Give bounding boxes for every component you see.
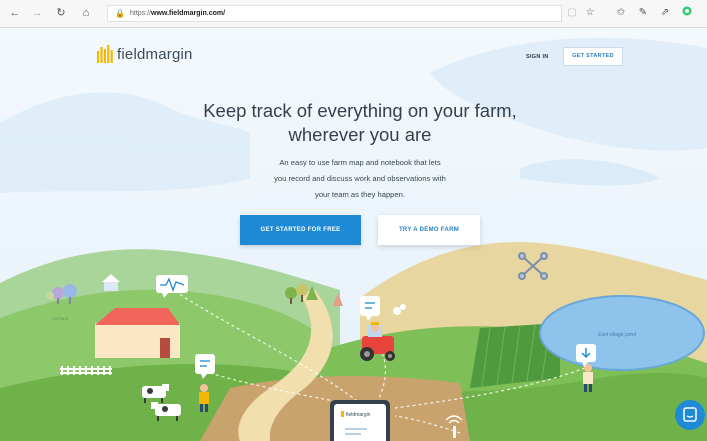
subtitle-line: An easy to use farm map and notebook tha…	[279, 158, 441, 167]
url-prefix: https://	[130, 10, 152, 17]
fence	[60, 366, 112, 375]
orchard-label: Orchard	[52, 316, 69, 321]
back-icon[interactable]: ←	[8, 6, 22, 20]
pen-icon[interactable]: ✎	[636, 6, 650, 20]
reading-view-icon[interactable]: ▢	[565, 6, 579, 20]
phone	[330, 400, 390, 441]
headline-line: Keep track of everything on your farm,	[203, 100, 517, 121]
address-bar[interactable]: 🔒 https://www.fieldmargin.com/	[107, 5, 562, 22]
subtitle-line: you record and discuss work and observat…	[274, 174, 446, 183]
sign-in-link[interactable]: SIGN IN	[526, 54, 549, 60]
hero-headline: Keep track of everything on your farm, w…	[150, 99, 570, 147]
hero-subtitle: An easy to use farm map and notebook tha…	[230, 155, 490, 203]
forward-icon[interactable]: →	[30, 6, 44, 20]
chat-widget-button[interactable]	[675, 400, 705, 430]
refresh-icon[interactable]: ↻	[54, 6, 68, 20]
logo[interactable]: fieldmargin	[97, 44, 193, 64]
get-started-button[interactable]: GET STARTED	[563, 47, 623, 66]
logo-bars-icon	[97, 45, 113, 63]
favorites-icon[interactable]: ✩	[614, 6, 628, 20]
logo-text: fieldmargin	[117, 45, 193, 63]
phone-label: fieldmargin	[346, 412, 371, 418]
favorite-star-icon[interactable]: ☆	[583, 6, 597, 20]
share-icon[interactable]: ⇗	[658, 6, 672, 20]
lock-icon: 🔒	[115, 9, 125, 18]
barn	[95, 308, 180, 358]
browser-toolbar: ← → ↻ ⌂ 🔒 https://www.fieldmargin.com/ ▢…	[0, 0, 707, 28]
headline-line: wherever you are	[288, 124, 432, 145]
pond-label: East village pond	[598, 332, 636, 338]
extension-icon[interactable]	[680, 6, 694, 20]
try-demo-farm-button[interactable]: TRY A DEMO FARM	[378, 215, 480, 245]
url-host: www.fieldmargin.com/	[151, 10, 226, 17]
home-icon[interactable]: ⌂	[79, 6, 93, 20]
page: East village pond Orchard fieldmargin fi…	[0, 28, 707, 441]
get-started-free-button[interactable]: GET STARTED FOR FREE	[240, 215, 361, 245]
subtitle-line: your team as they happen.	[315, 190, 405, 199]
chat-icon	[683, 407, 697, 422]
